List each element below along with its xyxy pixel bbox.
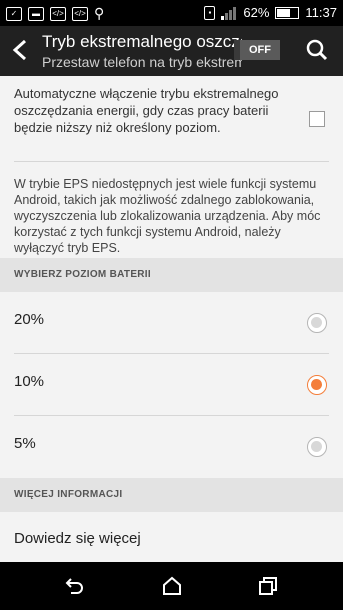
search-icon[interactable] <box>306 39 328 61</box>
radio-button[interactable] <box>307 437 327 457</box>
sim-icon: ▪ <box>204 5 216 20</box>
eps-info-text: W trybie EPS niedostępnych jest wiele fu… <box>14 177 321 255</box>
battery-icon <box>275 6 300 19</box>
app-bar-titles: Tryb ekstremalnego oszczędzania energii … <box>42 31 242 71</box>
signal-icon <box>221 6 237 20</box>
app-bar: Tryb ekstremalnego oszczędzania energii … <box>0 26 343 76</box>
radio-button-selected[interactable] <box>307 375 327 395</box>
battery-option-5[interactable]: 5% <box>0 416 343 478</box>
auto-switch-checkbox[interactable] <box>309 111 325 127</box>
learn-more-label: Dowiedz się więcej <box>14 530 141 547</box>
code-icon: </> <box>72 6 88 21</box>
page-title: Tryb ekstremalnego oszczędzania energii <box>42 32 242 51</box>
eps-toggle-switch[interactable]: OFF <box>234 40 280 60</box>
code-icon: </> <box>50 6 66 21</box>
battery-option-label: 5% <box>14 435 36 452</box>
battery-option-label: 20% <box>14 311 45 328</box>
home-icon[interactable] <box>160 574 184 598</box>
back-nav-icon[interactable] <box>62 574 86 598</box>
battery-option-label: 10% <box>14 373 45 390</box>
navigation-bar <box>0 562 343 610</box>
auto-switch-description: Automatyczne włączenie trybu ekstremalne… <box>14 86 279 135</box>
notification-icon: ✓ <box>6 6 22 21</box>
page-subtitle: Przestaw telefon na tryb ekstremalnego o… <box>42 54 242 70</box>
more-info-section-header: WIĘCEJ INFORMACJI <box>0 478 343 512</box>
usb-icon: ⚲ <box>94 5 105 21</box>
battery-option-20[interactable]: 20% <box>0 292 343 354</box>
recent-apps-icon[interactable] <box>256 574 280 598</box>
battery-option-10[interactable]: 10% <box>0 354 343 416</box>
radio-button[interactable] <box>307 313 327 333</box>
clock: 11:37 <box>305 5 337 20</box>
settings-content: Automatyczne włączenie trybu ekstremalne… <box>0 76 343 564</box>
battery-level-section-header: WYBIERZ POZIOM BATERII <box>0 258 343 292</box>
auto-switch-row[interactable]: Automatyczne włączenie trybu ekstremalne… <box>0 76 343 161</box>
status-bar: ✓ ▬ </> </> ⚲ ▪ 62% 11:37 <box>0 0 343 26</box>
back-arrow-icon[interactable] <box>10 38 30 66</box>
learn-more-link[interactable]: Dowiedz się więcej <box>0 512 343 564</box>
battery-percent: 62% <box>243 5 270 20</box>
photo-icon: ▬ <box>28 6 44 21</box>
